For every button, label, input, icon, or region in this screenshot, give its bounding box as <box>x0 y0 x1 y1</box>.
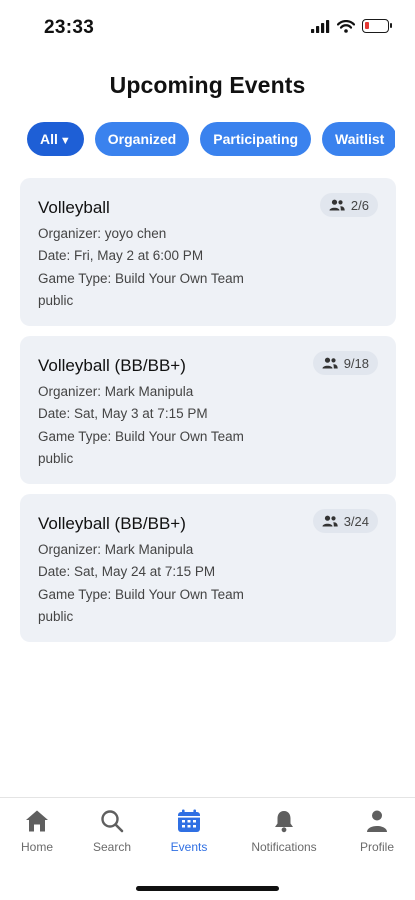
bottom-tab-bar: Home Search Events Notifications Profile <box>0 797 415 900</box>
event-date: Date: Sat, May 3 at 7:15 PM <box>38 406 208 421</box>
event-card[interactable]: Volleyball (BB/BB+) 9/18 Organizer: Mark… <box>20 336 396 484</box>
participant-count-badge: 2/6 <box>319 193 378 217</box>
event-visibility: public <box>38 451 74 466</box>
participant-count: 2/6 <box>350 197 369 213</box>
battery-level <box>365 22 369 29</box>
tab-profile[interactable]: Profile <box>336 808 415 854</box>
filter-chip-all-label: All <box>40 131 58 147</box>
chevron-down-icon: ▼ <box>59 135 71 147</box>
search-icon <box>101 810 124 833</box>
event-title: Volleyball <box>38 198 110 217</box>
filter-chip-organized[interactable]: Organized <box>94 122 190 156</box>
participant-count-badge: 3/24 <box>312 509 378 533</box>
event-title: Volleyball (BB/BB+) <box>38 356 186 375</box>
status-icons <box>311 19 392 33</box>
tab-profile-label: Profile <box>359 840 394 854</box>
tab-search-label: Search <box>92 840 132 854</box>
event-game-type: Game Type: Build Your Own Team <box>38 271 244 286</box>
tab-notifications[interactable]: Notifications <box>243 808 325 854</box>
tab-search[interactable]: Search <box>71 808 153 854</box>
tab-events[interactable]: Events <box>148 808 230 854</box>
event-organizer: Organizer: Mark Manipula <box>38 384 194 399</box>
tab-events-label: Events <box>170 840 208 854</box>
event-organizer: Organizer: yoyo chen <box>38 226 167 241</box>
event-date: Date: Sat, May 24 at 7:15 PM <box>38 564 216 579</box>
filter-chip-all[interactable]: All ▼ <box>27 122 84 156</box>
filter-chip-waitlist[interactable]: Waitlist <box>322 122 395 156</box>
participant-count: 9/18 <box>343 355 369 371</box>
home-indicator[interactable] <box>136 886 279 891</box>
people-icon <box>322 357 338 369</box>
event-game-type: Game Type: Build Your Own Team <box>38 587 244 602</box>
event-game-type: Game Type: Build Your Own Team <box>38 429 244 444</box>
tab-home[interactable]: Home <box>0 808 78 854</box>
event-title: Volleyball (BB/BB+) <box>38 514 186 533</box>
page-title: Upcoming Events <box>109 72 306 98</box>
status-bar: 23:33 <box>0 0 415 56</box>
event-organizer: Organizer: Mark Manipula <box>38 542 194 557</box>
event-card[interactable]: Volleyball (BB/BB+) 3/24 Organizer: Mark… <box>20 494 396 642</box>
status-time: 23:33 <box>44 17 95 38</box>
calendar-icon <box>178 809 200 832</box>
filter-chip-participating[interactable]: Participating <box>200 122 312 156</box>
cellular-signal-icon <box>311 19 330 33</box>
people-icon <box>322 515 338 527</box>
tab-home-label: Home <box>20 840 53 854</box>
home-icon <box>26 810 48 832</box>
person-icon <box>367 810 387 832</box>
wifi-icon <box>337 19 355 33</box>
event-date: Date: Fri, May 2 at 6:00 PM <box>38 248 204 263</box>
tab-notifications-label: Notifications <box>251 840 317 854</box>
bell-icon <box>275 811 293 833</box>
event-visibility: public <box>38 293 74 308</box>
people-icon <box>329 199 345 211</box>
filter-chip-row[interactable]: All ▼ Organized Participating Waitlist <box>27 122 395 156</box>
event-visibility: public <box>38 609 74 624</box>
event-card[interactable]: Volleyball 2/6 Organizer: yoyo chen Date… <box>20 178 396 326</box>
participant-count-badge: 9/18 <box>312 351 378 375</box>
battery-icon <box>362 19 392 33</box>
participant-count: 3/24 <box>343 513 369 529</box>
